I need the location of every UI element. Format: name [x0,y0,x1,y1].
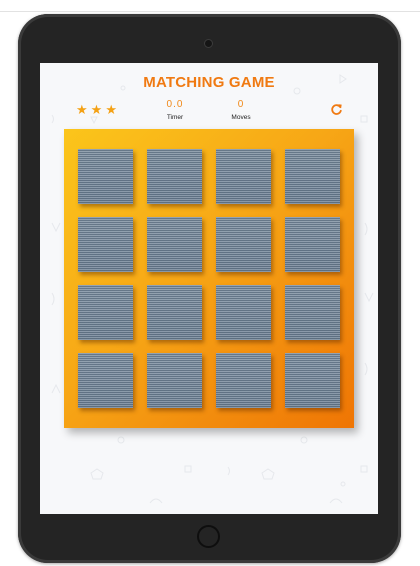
card-grid [78,149,340,408]
card[interactable] [285,353,340,408]
card[interactable] [78,285,133,340]
timer-label: Timer [166,114,184,121]
browser-top-divider [0,11,420,12]
card[interactable] [216,353,271,408]
card[interactable] [147,353,202,408]
tablet-device-frame: MATCHING GAME ★ ★ ★ 0.0 Timer 0 Moves [18,14,401,563]
home-button[interactable] [197,525,220,548]
card[interactable] [216,149,271,204]
card[interactable] [216,285,271,340]
star-rating: ★ ★ ★ [76,103,117,116]
card[interactable] [147,285,202,340]
star-icon: ★ [105,102,117,117]
card[interactable] [285,285,340,340]
card[interactable] [78,149,133,204]
timer-display: 0.0 Timer [140,99,210,121]
star-icon: ★ [90,102,103,117]
card[interactable] [216,217,271,272]
game-screen: MATCHING GAME ★ ★ ★ 0.0 Timer 0 Moves [40,63,378,514]
card[interactable] [285,217,340,272]
card[interactable] [78,217,133,272]
card[interactable] [147,217,202,272]
card[interactable] [285,149,340,204]
card[interactable] [78,353,133,408]
moves-value: 0 [237,99,245,110]
card[interactable] [147,149,202,204]
page-title: MATCHING GAME [143,74,275,91]
moves-label: Moves [231,114,251,121]
timer-value: 0.0 [166,99,184,110]
star-icon: ★ [76,102,88,117]
moves-display: 0 Moves [206,99,276,121]
front-camera [204,39,213,48]
refresh-icon[interactable] [330,103,343,116]
game-board [64,129,354,428]
